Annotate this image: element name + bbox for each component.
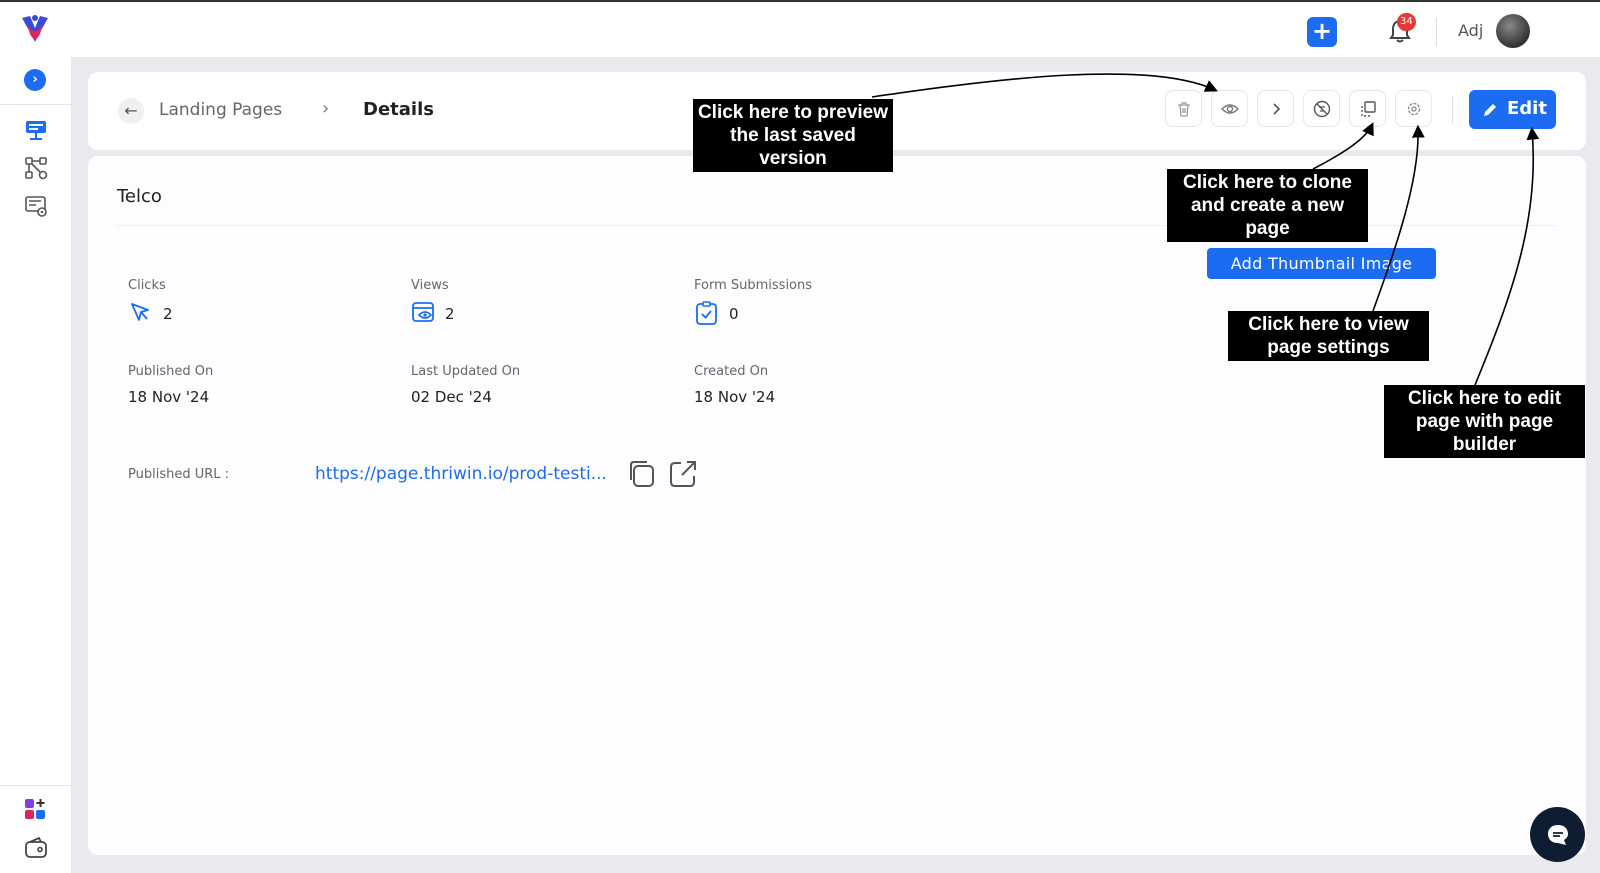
app-switcher-icon[interactable] [23,796,49,822]
sidebar-item-forms-settings-icon[interactable] [23,193,49,219]
chat-support-button[interactable] [1530,807,1585,862]
sidebar-item-landing-pages-icon[interactable] [23,117,49,143]
published-on-value: 18 Nov '24 [128,388,210,406]
sidebar-item-workflows-icon[interactable] [23,155,49,181]
cursor-click-icon [131,303,149,321]
trash-icon [1178,102,1190,117]
notification-badge: 34 [1397,13,1416,31]
created-on-value: 18 Nov '24 [694,388,776,406]
avatar[interactable] [1496,14,1530,48]
clicks-value: 2 [163,305,173,323]
add-thumbnail-button[interactable]: Add Thumbnail Image [1207,248,1436,279]
sidebar-expand-button[interactable]: › [24,69,46,91]
callout-preview: Click here to preview the last saved ver… [693,99,893,172]
app-logo-icon[interactable] [18,12,52,46]
back-arrow-icon[interactable]: ← [118,98,144,124]
preview-button[interactable] [1211,90,1248,127]
views-value: 2 [445,305,455,323]
sidebar-divider [0,785,72,786]
callout-clone: Click here to clone and create a new pag… [1167,169,1368,242]
views-icon [412,302,434,322]
callout-edit: Click here to edit page with page builde… [1384,385,1585,458]
unpublish-icon [1313,100,1331,118]
created-on-label: Created On [694,364,769,379]
clicks-label: Clicks [128,278,166,293]
delete-button[interactable] [1165,90,1202,127]
last-updated-value: 02 Dec '24 [411,388,492,406]
eye-icon [1221,104,1239,114]
clone-button[interactable] [1349,90,1386,127]
page-title: Details [363,99,434,120]
landing-page-name: Telco [117,186,162,207]
toolbar-divider [1452,96,1453,124]
published-url-link[interactable]: https://page.thriwin.io/prod-testi... [315,464,607,484]
pencil-icon [1484,104,1496,116]
form-submissions-label: Form Submissions [694,278,813,293]
chat-bubble-icon [1548,825,1568,845]
topbar-divider [1436,18,1437,46]
copy-icon[interactable] [627,459,657,489]
clone-icon [1361,101,1376,117]
chevron-right-icon [1273,103,1281,115]
next-button[interactable] [1257,90,1294,127]
chevron-right-icon: › [322,98,330,119]
settings-icon [1407,102,1421,116]
create-new-button[interactable]: + [1307,17,1337,47]
published-on-label: Published On [128,364,214,379]
sidebar-divider [0,104,72,105]
external-link-icon[interactable] [668,459,698,489]
views-label: Views [411,278,449,293]
user-name[interactable]: Adj [1458,21,1483,40]
clipboard-check-icon [696,301,717,325]
edit-button[interactable]: Edit [1469,90,1556,129]
callout-settings: Click here to view page settings [1228,311,1429,361]
wallet-icon[interactable] [23,835,49,861]
sidebar: › [0,57,72,873]
published-url-label: Published URL : [128,467,230,482]
page-settings-button[interactable] [1395,90,1432,127]
edit-button-label: Edit [1507,98,1547,119]
unpublish-button[interactable] [1303,90,1340,127]
last-updated-label: Last Updated On [411,364,521,379]
breadcrumb-landing-pages[interactable]: Landing Pages [159,100,282,120]
top-bar: + 34 Adj [0,0,1600,57]
form-submissions-value: 0 [729,305,739,323]
